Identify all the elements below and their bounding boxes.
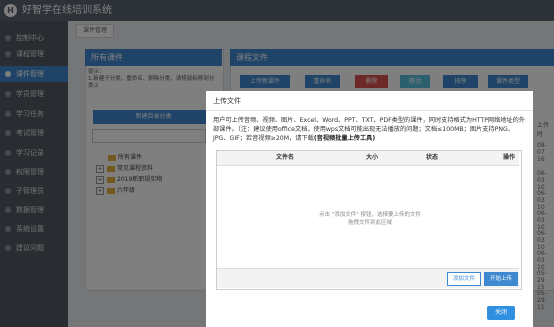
close-button[interactable]: 关闭 <box>487 306 515 320</box>
upload-dialog-title: 上传文件 <box>213 97 241 105</box>
column-filename: 文件名 <box>276 154 295 161</box>
column-status: 状态 <box>426 154 439 161</box>
drop-zone-hint: 点击 "添加文件" 按钮，选择要上传的文件 拖拽文件到此区域 <box>318 212 422 226</box>
upload-dialog-header <box>206 91 533 111</box>
column-size: 大小 <box>366 154 379 161</box>
column-actions: 操作 <box>503 154 516 161</box>
start-upload-button[interactable]: 开始上传 <box>484 272 518 286</box>
add-file-button[interactable]: 添加文件 <box>447 272 481 286</box>
batch-upload-tool-link[interactable]: (音视频批量上传工具) <box>314 135 375 142</box>
upload-instructions: 用户可上传音频、视频、图片、Excel、Word、PPT、TXT、PDF类型的课… <box>213 117 526 142</box>
